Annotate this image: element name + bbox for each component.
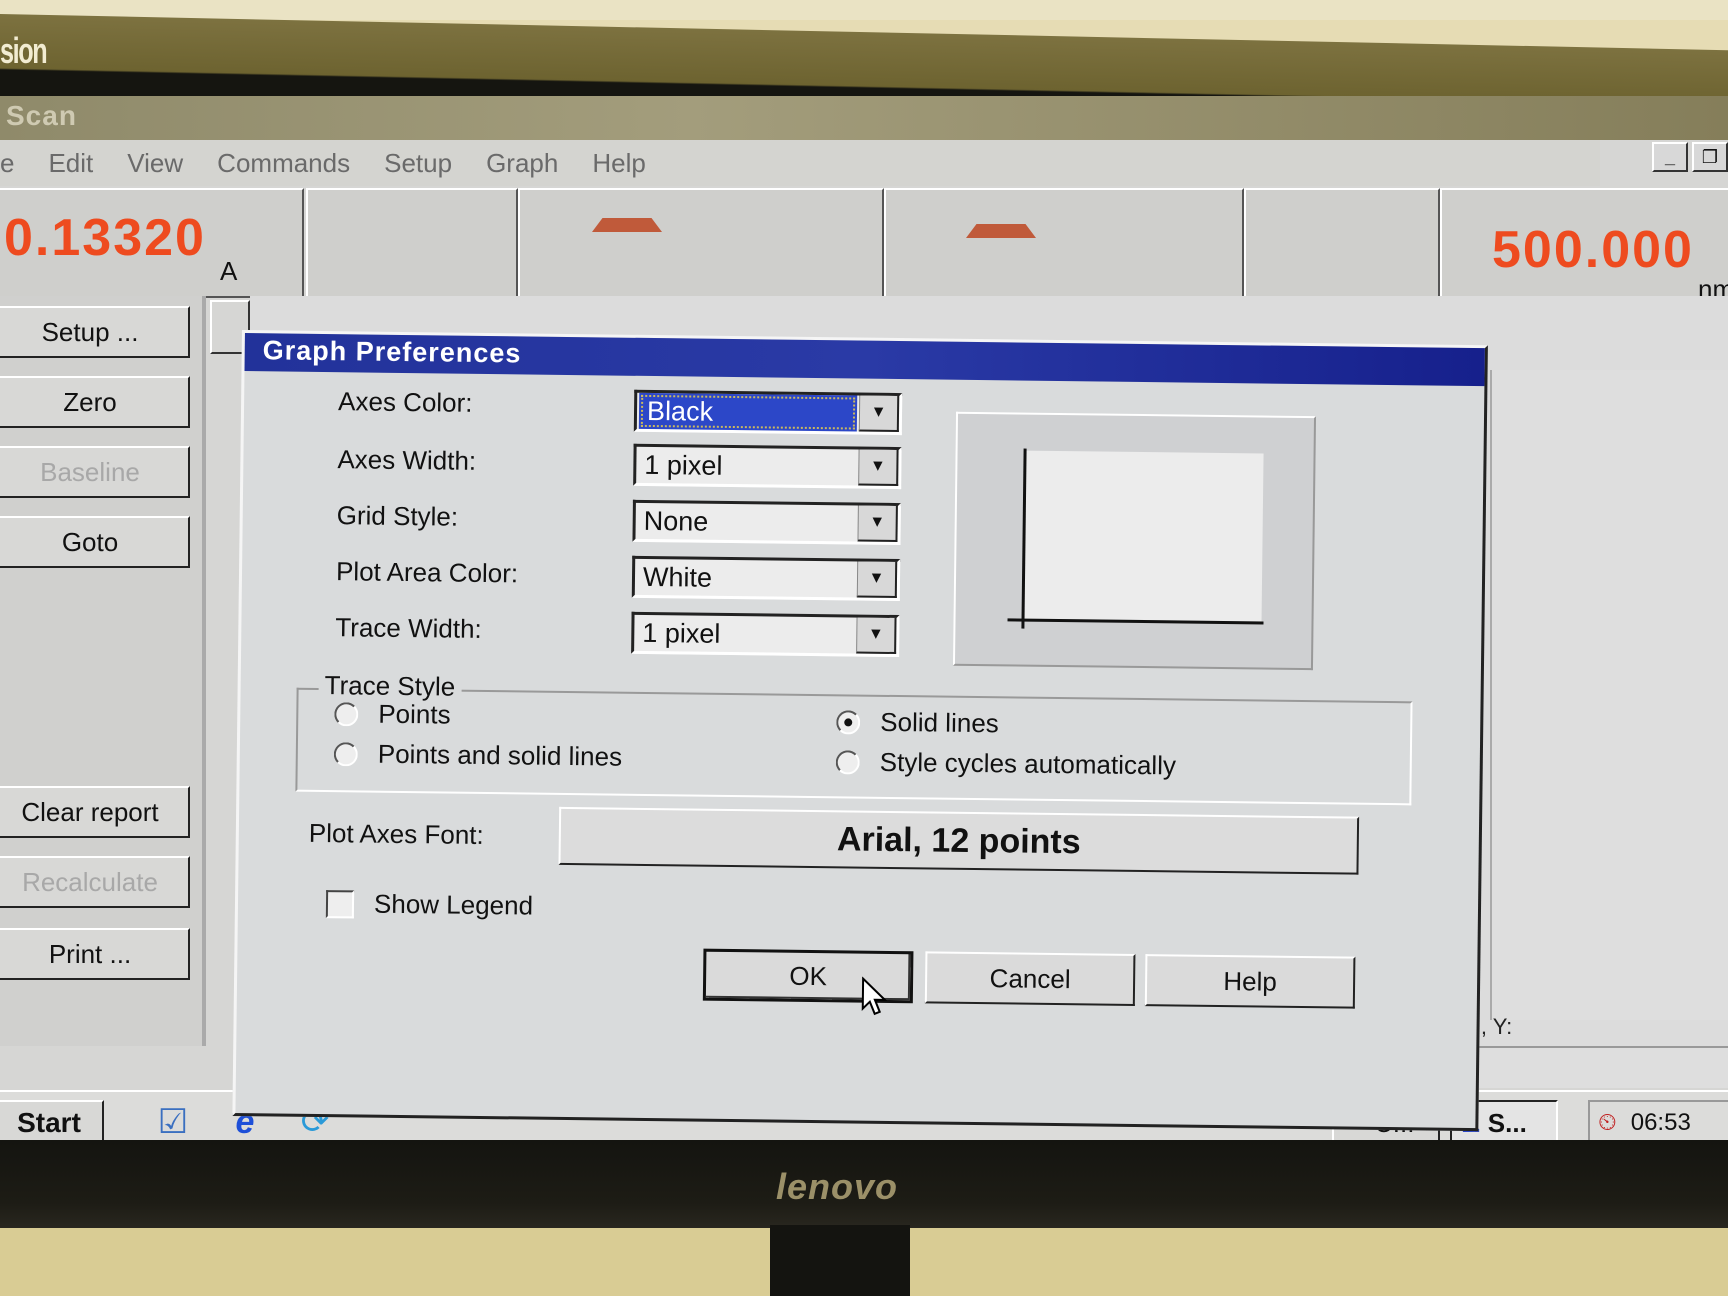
grid-style-select[interactable]: None ▼: [632, 499, 901, 546]
radio-icon: [334, 701, 359, 726]
checkbox-icon: [325, 889, 355, 918]
radio-label: Points: [378, 698, 451, 730]
axes-width-select[interactable]: 1 pixel ▼: [633, 443, 902, 490]
graph-frame: [1490, 370, 1728, 1020]
grid-style-value: None: [643, 505, 709, 537]
lamp-indicator-icon: [966, 224, 1036, 238]
radio-points[interactable]: Points: [334, 698, 451, 730]
axes-color-label: Axes Color:: [337, 386, 473, 418]
screen: Scan _ ❐ e Edit View Commands Setup Grap…: [0, 96, 1728, 1146]
print-button[interactable]: Print ...: [0, 928, 190, 980]
recalculate-button[interactable]: Recalculate: [0, 856, 190, 908]
preview-plot-area: [1023, 450, 1264, 622]
radio-label: Points and solid lines: [377, 738, 623, 772]
zero-button[interactable]: Zero: [0, 376, 190, 428]
radio-points-and-solid-lines[interactable]: Points and solid lines: [333, 738, 623, 773]
plot-area-color-select[interactable]: White ▼: [631, 555, 901, 602]
radio-solid-lines[interactable]: Solid lines: [836, 706, 999, 739]
restore-icon: ❐: [1701, 146, 1719, 167]
plot-area-color-label: Plot Area Color:: [335, 556, 519, 589]
window-controls: _ ❐: [1652, 142, 1728, 172]
wavelength-value: 500.000: [1492, 221, 1694, 279]
help-button[interactable]: Help: [1144, 954, 1356, 1009]
clear-report-button[interactable]: Clear report: [0, 786, 190, 838]
graph-preview: [952, 411, 1317, 671]
minimize-button[interactable]: _: [1652, 142, 1688, 172]
chevron-down-icon[interactable]: ▼: [856, 561, 898, 599]
radio-icon: [333, 741, 358, 766]
trace-width-select[interactable]: 1 pixel ▼: [631, 611, 900, 658]
grid-style-label: Grid Style:: [336, 500, 459, 532]
monitor-brand-top: sion: [0, 30, 48, 71]
readout-panels: 0.13320 A 500.000 nm: [0, 188, 1728, 304]
cancel-button[interactable]: Cancel: [924, 951, 1136, 1006]
chevron-down-icon[interactable]: ▼: [858, 395, 900, 433]
clock[interactable]: 06:53: [1631, 1109, 1691, 1137]
axes-width-value: 1 pixel: [644, 449, 723, 481]
status-panel-4: [1244, 188, 1440, 298]
setup-button[interactable]: Setup ...: [0, 306, 190, 358]
trace-width-label: Trace Width:: [335, 612, 482, 644]
show-legend-checkbox[interactable]: Show Legend: [325, 888, 534, 922]
dialog-title: Graph Preferences: [262, 335, 522, 369]
minimize-icon: _: [1664, 146, 1675, 167]
menu-file[interactable]: e: [0, 148, 14, 179]
menu-setup[interactable]: Setup: [384, 148, 452, 179]
trace-width-value: 1 pixel: [642, 617, 721, 649]
axes-color-select[interactable]: Black ▼: [633, 389, 903, 436]
absorbance-unit: A: [220, 256, 238, 286]
radio-icon: [835, 749, 860, 775]
menu-help[interactable]: Help: [592, 148, 645, 179]
radio-label: Solid lines: [880, 706, 999, 739]
absorbance-panel: 0.13320 A: [0, 188, 304, 298]
chevron-down-icon[interactable]: ▼: [856, 617, 897, 655]
status-panel-3: [884, 188, 1244, 298]
menu-graph[interactable]: Graph: [486, 148, 558, 179]
restore-button[interactable]: ❐: [1692, 142, 1728, 172]
command-button-column: Setup ... Zero Baseline Goto Clear repor…: [0, 296, 206, 1046]
show-legend-label: Show Legend: [373, 888, 534, 921]
monitor-brand-logo: lenovo: [776, 1166, 899, 1207]
wavelength-panel: 500.000 nm: [1440, 188, 1728, 304]
axes-width-label: Axes Width:: [337, 444, 477, 476]
graph-preferences-dialog: Graph Preferences Axes Color: Black ▼ Ax…: [232, 330, 1488, 1132]
plot-axes-font-button[interactable]: Arial, 12 points: [558, 806, 1360, 875]
show-desktop-icon[interactable]: ☑: [150, 1102, 196, 1142]
app-title: Scan: [6, 100, 77, 131]
radio-label: Style cycles automatically: [879, 746, 1177, 781]
menu-bar: e Edit View Commands Setup Graph Help: [0, 140, 1600, 186]
monitor-stand: [770, 1225, 910, 1296]
chevron-down-icon[interactable]: ▼: [858, 449, 899, 487]
radio-checked-icon: [836, 709, 861, 735]
axes-color-value: Black: [638, 392, 858, 432]
chevron-down-icon[interactable]: ▼: [857, 505, 898, 543]
status-panel-1: [306, 188, 518, 298]
absorbance-value: 0.13320: [4, 209, 206, 267]
plot-axes-font-label: Plot Axes Font:: [308, 817, 484, 850]
mouse-cursor-icon: [861, 976, 888, 1016]
baseline-button[interactable]: Baseline: [0, 446, 190, 498]
scheduler-icon[interactable]: ⏲: [1598, 1109, 1617, 1137]
status-panel-2: [518, 188, 884, 298]
goto-button[interactable]: Goto: [0, 516, 190, 568]
lamp-indicator-icon: [592, 218, 662, 232]
menu-view[interactable]: View: [127, 148, 183, 179]
wall-background: [0, 0, 1728, 20]
menu-edit[interactable]: Edit: [48, 148, 93, 179]
radio-style-cycles[interactable]: Style cycles automatically: [835, 746, 1177, 781]
task-label: S...: [1487, 1107, 1527, 1138]
app-titlebar: Scan: [0, 96, 1728, 140]
plot-area-color-value: White: [642, 561, 713, 593]
menu-commands[interactable]: Commands: [217, 148, 350, 179]
